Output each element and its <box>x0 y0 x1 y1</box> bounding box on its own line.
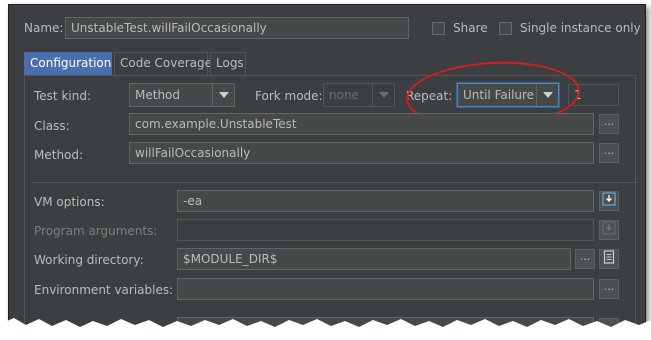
method-label: Method: <box>34 148 84 162</box>
expand-field-icon <box>602 221 616 235</box>
single-instance-label: Single instance only <box>520 21 641 35</box>
vm-options-input[interactable]: -ea <box>177 190 594 212</box>
fork-mode-label: Fork mode: <box>255 89 323 103</box>
expand-field-icon <box>602 192 616 206</box>
name-input[interactable]: UnstableTest.willFailOccasionally <box>65 17 409 39</box>
chevron-down-icon <box>372 84 394 106</box>
torn-edge-decoration <box>0 318 651 340</box>
vm-options-expand-button[interactable] <box>599 191 619 211</box>
working-directory-browse-button[interactable]: ... <box>575 249 595 269</box>
tab-configuration[interactable]: Configuration <box>24 52 112 75</box>
working-directory-macros-button[interactable] <box>599 249 619 269</box>
tab-logs[interactable]: Logs <box>210 52 246 75</box>
fork-mode-dropdown[interactable]: none <box>323 83 395 107</box>
program-arguments-input[interactable] <box>177 219 594 241</box>
class-input[interactable]: com.example.UnstableTest <box>129 113 594 135</box>
test-kind-value: Method <box>135 88 181 102</box>
share-checkbox[interactable] <box>432 22 445 35</box>
fork-mode-value: none <box>329 88 359 102</box>
test-kind-label: Test kind: <box>34 89 91 103</box>
test-kind-dropdown[interactable]: Method <box>129 83 235 107</box>
section-divider <box>33 182 638 183</box>
program-arguments-expand-button[interactable] <box>599 220 619 240</box>
class-label: Class: <box>34 119 70 133</box>
working-directory-input[interactable]: $MODULE_DIR$ <box>177 248 571 270</box>
method-browse-button[interactable]: ... <box>599 143 619 163</box>
tab-code-coverage[interactable]: Code Coverage <box>114 52 212 75</box>
document-icon <box>603 250 615 264</box>
working-directory-label: Working directory: <box>34 253 144 267</box>
program-arguments-label: Program arguments: <box>34 224 158 238</box>
method-input[interactable]: willFailOccasionally <box>129 142 594 164</box>
share-label: Share <box>453 21 488 35</box>
chevron-down-icon <box>212 84 234 106</box>
class-browse-button[interactable]: ... <box>599 114 619 134</box>
name-label: Name: <box>24 21 64 35</box>
environment-variables-browse-button[interactable]: ... <box>599 279 619 299</box>
vm-options-label: VM options: <box>34 195 105 209</box>
environment-variables-input[interactable] <box>177 278 594 300</box>
single-instance-checkbox[interactable] <box>499 22 512 35</box>
run-configuration-panel: Name: UnstableTest.willFailOccasionally … <box>8 4 646 332</box>
environment-variables-label: Environment variables: <box>34 283 174 297</box>
